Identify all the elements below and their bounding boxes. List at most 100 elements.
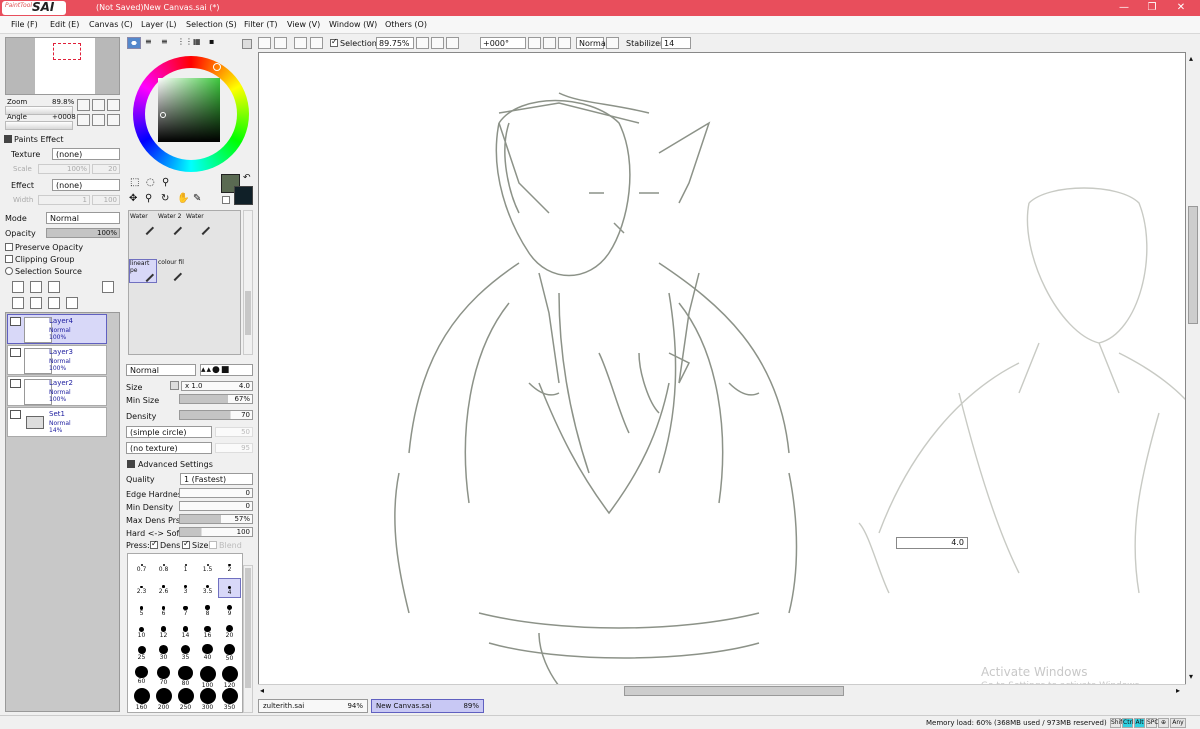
texture-select[interactable]: (none): [52, 148, 120, 160]
collapse-icon[interactable]: [4, 135, 12, 143]
menu-filter[interactable]: Filter (T): [244, 20, 277, 29]
brush-size-2-6[interactable]: 2.6: [152, 578, 175, 598]
quality-select[interactable]: 1 (Fastest): [180, 473, 253, 485]
transparent-color-icon[interactable]: [222, 196, 230, 204]
layer-row-layer4[interactable]: Layer4 Normal 100%: [7, 314, 107, 344]
tool-lineart-pen[interactable]: lineart pe: [129, 259, 157, 283]
rotate-reset-button[interactable]: [558, 37, 571, 49]
press-dens-checkbox[interactable]: ✓: [150, 539, 158, 549]
menu-canvas[interactable]: Canvas (C): [89, 20, 133, 29]
scroll-right-icon[interactable]: ▸: [1176, 686, 1180, 695]
menu-edit[interactable]: Edit (E): [50, 20, 79, 29]
brush-size-2[interactable]: 2: [218, 556, 241, 576]
brush-size-8[interactable]: 8: [196, 600, 219, 620]
rotate-right-button[interactable]: [543, 37, 556, 49]
layer-row-layer3[interactable]: Layer3 Normal 100%: [7, 345, 107, 375]
brush-size-25[interactable]: 25: [130, 644, 153, 664]
angle-field[interactable]: +000°: [480, 37, 526, 49]
brush-texture-select[interactable]: (no texture): [126, 442, 212, 454]
hard-soft-slider[interactable]: 100: [179, 527, 253, 537]
blend-mode-field[interactable]: Normal: [576, 37, 608, 49]
layer-row-set1[interactable]: Set1 Normal 14%: [7, 407, 107, 437]
min-density-slider[interactable]: 0: [179, 501, 253, 511]
brush-size-4[interactable]: 4: [218, 578, 241, 598]
brush-size-16[interactable]: 16: [196, 622, 219, 642]
brush-size-35[interactable]: 35: [174, 644, 197, 664]
brush-blend-select[interactable]: Normal: [126, 364, 196, 376]
width-num[interactable]: 100: [92, 195, 120, 205]
effect-select[interactable]: (none): [52, 179, 120, 191]
menu-selection[interactable]: Selection (S): [186, 20, 237, 29]
layer-mode-select[interactable]: Normal: [46, 212, 120, 224]
secondary-color-swatch[interactable]: [234, 186, 253, 205]
brush-size-1-5[interactable]: 1.5: [196, 556, 219, 576]
vertical-scrollbar[interactable]: ▴ ▾: [1186, 52, 1200, 684]
visibility-eye-icon[interactable]: [10, 348, 21, 357]
brush-size-30[interactable]: 30: [152, 644, 175, 664]
navigator-view-rect[interactable]: [53, 43, 81, 60]
navigator-preview[interactable]: [5, 37, 120, 95]
scroll-down-icon[interactable]: ▾: [1189, 672, 1193, 681]
doc-tab-new-canvas[interactable]: New Canvas.sai 89%: [371, 699, 484, 713]
brush-size-1[interactable]: 1: [174, 556, 197, 576]
menu-view[interactable]: View (V): [287, 20, 320, 29]
brush-size-3[interactable]: 3: [174, 578, 197, 598]
density-slider[interactable]: 70: [179, 410, 253, 420]
scroll-up-icon[interactable]: ▴: [1189, 54, 1193, 63]
brush-size-10[interactable]: 10: [130, 622, 153, 642]
brush-size-100[interactable]: 100: [196, 666, 219, 689]
move-icon[interactable]: ✥: [129, 193, 137, 204]
horizontal-scroll-thumb[interactable]: [624, 686, 844, 696]
brush-size-14[interactable]: 14: [174, 622, 197, 642]
advanced-collapse-icon[interactable]: [127, 460, 135, 468]
brush-size-50[interactable]: 50: [218, 644, 241, 664]
clear-layer-icon[interactable]: [48, 297, 60, 309]
new-set-icon[interactable]: [48, 281, 60, 293]
canvas-viewport[interactable]: [258, 52, 1186, 685]
nav-rotate-right-button[interactable]: [92, 114, 105, 126]
rotate-left-button[interactable]: [528, 37, 541, 49]
brush-size-7[interactable]: 7: [174, 600, 197, 620]
angle-slider[interactable]: [5, 121, 73, 130]
brush-size-12[interactable]: 12: [152, 622, 175, 642]
scroll-left-icon[interactable]: ◂: [260, 686, 264, 695]
size-slider[interactable]: x 1.0 4.0: [181, 381, 253, 391]
brush-shape-strength[interactable]: 50: [215, 427, 253, 437]
menu-file[interactable]: File (F): [11, 20, 38, 29]
nav-zoom-out-button[interactable]: [77, 99, 90, 111]
hsv-slider-mode-icon[interactable]: ≡: [161, 37, 175, 49]
scratchpad-mode-icon[interactable]: ▦: [193, 37, 207, 49]
minimize-button[interactable]: —: [1109, 2, 1139, 13]
menu-others[interactable]: Others (O): [385, 20, 427, 29]
brush-size-250[interactable]: 250: [174, 688, 197, 711]
brush-shape-presets[interactable]: ▴▴●■: [200, 364, 253, 376]
color-history-icon[interactable]: ▪: [209, 37, 223, 49]
clipping-group-checkbox[interactable]: [5, 255, 13, 263]
magic-wand-icon[interactable]: ⚲: [162, 177, 169, 188]
zoom-fit-button[interactable]: [446, 37, 459, 49]
nav-rotate-left-button[interactable]: [77, 114, 90, 126]
stabilizer-field[interactable]: 14: [661, 37, 691, 49]
brush-size-9[interactable]: 9: [218, 600, 241, 620]
sv-picker-handle[interactable]: [160, 112, 166, 118]
saturation-value-square[interactable]: [158, 78, 220, 142]
swap-colors-icon[interactable]: ↶: [243, 173, 251, 183]
eyedropper-icon[interactable]: ✎: [193, 193, 201, 204]
crop-button[interactable]: [294, 37, 307, 49]
zoom-field[interactable]: 89.75%: [376, 37, 414, 49]
zoom-out-button[interactable]: [416, 37, 429, 49]
brush-size-80[interactable]: 80: [174, 666, 197, 687]
layer-row-layer2[interactable]: Layer2 Normal 100%: [7, 376, 107, 406]
tool-water-2[interactable]: Water 2: [158, 213, 186, 237]
rgb-slider-mode-icon[interactable]: ≡: [145, 37, 159, 49]
fill-button[interactable]: [310, 37, 323, 49]
brush-size-300[interactable]: 300: [196, 688, 219, 711]
hue-picker-handle[interactable]: [213, 63, 221, 71]
brush-shape-select[interactable]: (simple circle): [126, 426, 212, 438]
tool-colour-fill[interactable]: colour fil: [158, 259, 186, 283]
tool-grid-scrollbar[interactable]: [243, 210, 253, 355]
hand-tool-icon[interactable]: ✋: [177, 193, 189, 204]
brush-size-0-7[interactable]: 0.7: [130, 556, 153, 576]
transfer-down-icon[interactable]: [12, 297, 24, 309]
edge-hardness-slider[interactable]: 0: [179, 488, 253, 498]
